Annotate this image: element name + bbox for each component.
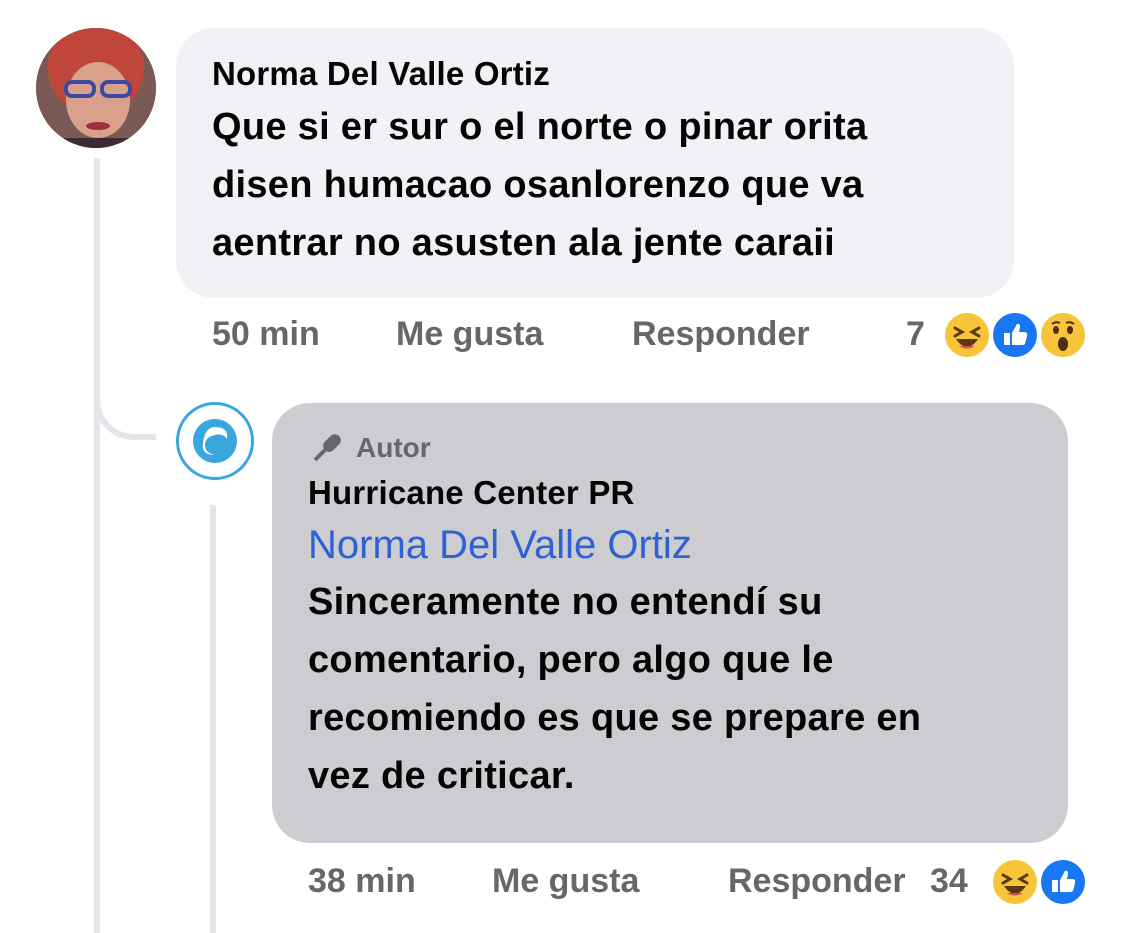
comment-bubble: Norma Del Valle Ortiz Que si er sur o el… [176, 28, 1014, 298]
thread-line-reply [210, 505, 216, 933]
comment-timestamp: 50 min [212, 315, 320, 353]
reply-text-line: Sinceramente no entendí su [308, 581, 823, 623]
comment-text-line: aentrar no asusten ala jente caraii [212, 222, 835, 264]
author-badge: Autor [308, 429, 1032, 467]
thread-branch-curve [94, 380, 156, 440]
like-icon[interactable] [1038, 857, 1088, 907]
comment-reply-button[interactable]: Responder [632, 315, 810, 354]
laugh-icon[interactable] [942, 310, 992, 360]
thread-line-main [94, 158, 100, 933]
commenter-avatar-image [36, 28, 156, 148]
comment-text-line: Que si er sur o el norte o pinar orita [212, 106, 868, 148]
reply-reaction-count[interactable]: 34 [930, 862, 968, 901]
comment-reaction-count[interactable]: 7 [906, 315, 925, 354]
commenter-avatar[interactable] [36, 28, 156, 148]
reply-author-name[interactable]: Hurricane Center PR [308, 473, 1032, 513]
wow-icon[interactable] [1038, 310, 1088, 360]
reply-text-line: recomiendo es que se prepare en [308, 697, 922, 739]
author-badge-label: Autor [356, 432, 431, 463]
reply-bubble: Autor Hurricane Center PR Norma Del Vall… [272, 403, 1068, 843]
reply-reply-button[interactable]: Responder [728, 862, 906, 901]
laugh-icon[interactable] [990, 857, 1040, 907]
like-icon[interactable] [990, 310, 1040, 360]
reply-author-avatar[interactable] [176, 402, 254, 480]
reply-timestamp: 38 min [308, 862, 416, 900]
comment-text-line: disen humacao osanlorenzo que va [212, 164, 864, 206]
comment-like-button[interactable]: Me gusta [396, 315, 543, 354]
microphone-icon [313, 434, 341, 462]
reply-text-line: vez de criticar. [308, 755, 575, 797]
hurricane-logo-icon [181, 407, 249, 475]
comment-author-name[interactable]: Norma Del Valle Ortiz [212, 54, 978, 94]
reply-text: Sinceramente no entendí su comentario, p… [308, 573, 1032, 805]
reply-text-line: comentario, pero algo que le [308, 639, 834, 681]
reply-like-button[interactable]: Me gusta [492, 862, 639, 901]
reply-mention-link[interactable]: Norma Del Valle Ortiz [308, 517, 1032, 573]
comment-text: Que si er sur o el norte o pinar orita d… [212, 98, 978, 272]
